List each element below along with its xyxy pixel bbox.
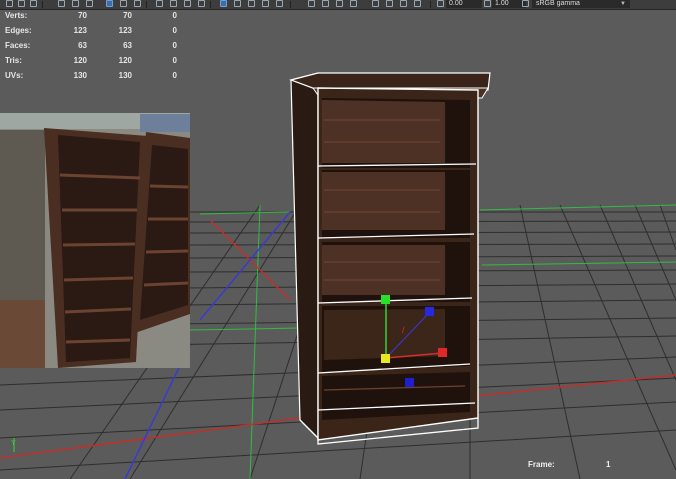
gamma-reset-icon[interactable] bbox=[484, 0, 491, 7]
xray-icon[interactable] bbox=[234, 0, 241, 7]
snap-curve-icon[interactable] bbox=[18, 0, 25, 7]
shadows-icon[interactable] bbox=[170, 0, 177, 7]
hud-value-selected: 130 bbox=[118, 71, 132, 80]
isolate-select-icon[interactable] bbox=[220, 0, 227, 7]
move-y-handle[interactable] bbox=[381, 295, 390, 304]
gamma-field[interactable]: 1.00 bbox=[492, 0, 526, 8]
gate-mask-icon[interactable] bbox=[336, 0, 343, 7]
camera-attributes-icon[interactable] bbox=[72, 0, 79, 7]
move-z-handle[interactable] bbox=[425, 307, 434, 316]
move-center-handle[interactable] bbox=[381, 354, 390, 363]
hud-value-selected: 120 bbox=[118, 56, 132, 65]
gamma-icon[interactable] bbox=[414, 0, 421, 7]
field-chart-icon[interactable] bbox=[350, 0, 357, 7]
hud-value-selected: 70 bbox=[123, 11, 132, 20]
camera-icon[interactable] bbox=[58, 0, 65, 7]
smooth-shade-icon[interactable] bbox=[120, 0, 127, 7]
hud-value-component: 0 bbox=[172, 11, 177, 20]
hud-value-object: 120 bbox=[73, 56, 87, 65]
snap-point-icon[interactable] bbox=[30, 0, 37, 7]
hud-value-component: 0 bbox=[172, 56, 177, 65]
pivot-handle[interactable] bbox=[405, 378, 414, 387]
hud-row-faces: Faces: 63 63 0 bbox=[0, 38, 185, 53]
axis-indicator: Y bbox=[11, 438, 16, 452]
hud-value-object: 63 bbox=[78, 41, 87, 50]
safe-title-icon[interactable] bbox=[386, 0, 393, 7]
hud-row-verts: Verts: 70 70 0 bbox=[0, 8, 185, 23]
wireframe-icon[interactable] bbox=[106, 0, 113, 7]
reference-photo bbox=[0, 113, 190, 368]
lights-icon[interactable] bbox=[156, 0, 163, 7]
poly-count-hud: Verts: 70 70 0 Edges: 123 123 0 Faces: 6… bbox=[0, 8, 185, 83]
exposure-icon[interactable] bbox=[400, 0, 407, 7]
hud-row-uvs: UVs: 130 130 0 bbox=[0, 68, 185, 83]
hud-value-object: 70 bbox=[78, 11, 87, 20]
film-gate-icon[interactable] bbox=[308, 0, 315, 7]
hud-row-edges: Edges: 123 123 0 bbox=[0, 23, 185, 38]
resolution-gate-icon[interactable] bbox=[322, 0, 329, 7]
ambient-occlusion-icon[interactable] bbox=[184, 0, 191, 7]
hud-label: Edges: bbox=[5, 26, 32, 35]
bookmark-icon[interactable] bbox=[86, 0, 93, 7]
hud-value-object: 130 bbox=[73, 71, 87, 80]
bookshelf-model[interactable] bbox=[288, 72, 491, 445]
hud-label: Faces: bbox=[5, 41, 31, 50]
frame-label: Frame: bbox=[528, 460, 555, 469]
motion-blur-icon[interactable] bbox=[198, 0, 205, 7]
move-x-handle[interactable] bbox=[438, 348, 447, 357]
hud-value-component: 0 bbox=[172, 71, 177, 80]
hud-value-component: 0 bbox=[172, 41, 177, 50]
hud-value-object: 123 bbox=[73, 26, 87, 35]
hud-row-tris: Tris: 120 120 0 bbox=[0, 53, 185, 68]
hud-toggle-icon[interactable] bbox=[276, 0, 283, 7]
color-space-dropdown[interactable]: sRGB gamma ▼ bbox=[532, 0, 630, 8]
exposure-field[interactable]: 0.00 bbox=[446, 0, 482, 8]
safe-action-icon[interactable] bbox=[372, 0, 379, 7]
grid-toggle-icon[interactable] bbox=[262, 0, 269, 7]
snap-grid-icon[interactable] bbox=[6, 0, 13, 7]
hud-value-selected: 123 bbox=[118, 26, 132, 35]
hud-label: UVs: bbox=[5, 71, 24, 80]
exposure-reset-icon[interactable] bbox=[437, 0, 444, 7]
hud-value-component: 0 bbox=[172, 26, 177, 35]
hud-label: Verts: bbox=[5, 11, 28, 20]
chevron-down-icon: ▼ bbox=[620, 1, 626, 7]
xray-joints-icon[interactable] bbox=[248, 0, 255, 7]
textured-icon[interactable] bbox=[134, 0, 141, 7]
hud-value-selected: 63 bbox=[123, 41, 132, 50]
hud-label: Tris: bbox=[5, 56, 22, 65]
frame-value: 1 bbox=[606, 460, 611, 469]
color-space-value: sRGB gamma bbox=[536, 0, 580, 7]
axis-y-label: Y bbox=[11, 440, 16, 447]
color-management-icon[interactable] bbox=[522, 0, 529, 7]
